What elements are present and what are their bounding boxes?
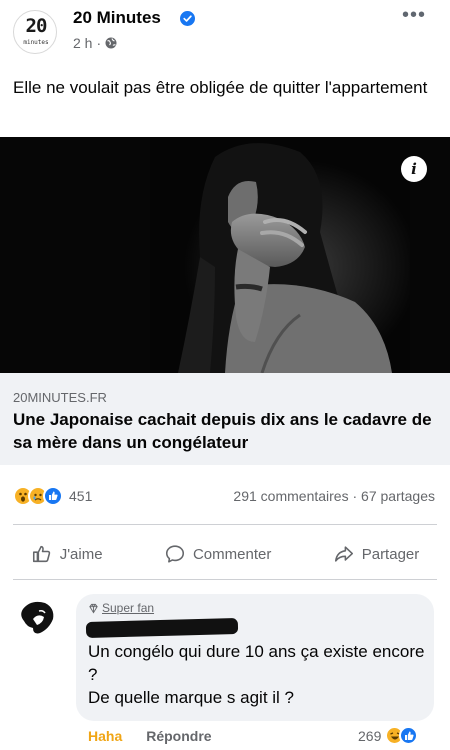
post-text: Elle ne voulait pas être obligée de quit… bbox=[13, 78, 428, 97]
comment-bubble-icon bbox=[165, 545, 184, 563]
article-image[interactable] bbox=[0, 137, 450, 373]
post-time[interactable]: 2 h bbox=[73, 35, 92, 51]
share-label: Partager bbox=[361, 545, 420, 563]
haha-reaction-link[interactable]: Haha bbox=[88, 728, 122, 744]
thumbs-up-icon bbox=[32, 545, 50, 563]
link-title: Une Japonaise cachait depuis dix ans le … bbox=[13, 410, 432, 452]
comment-label: Commenter bbox=[192, 545, 272, 563]
reply-link[interactable]: Répondre bbox=[146, 728, 211, 744]
divider bbox=[13, 579, 437, 580]
comment-text-line: De quelle marque s agit il ? bbox=[88, 688, 295, 707]
article-photo-illustration bbox=[0, 137, 450, 373]
comments-count[interactable]: 291 commentaires bbox=[233, 488, 348, 504]
comment-reaction-count: 269 bbox=[358, 727, 382, 744]
shares-count[interactable]: 67 partages bbox=[361, 488, 435, 504]
comment-reaction-summary[interactable]: 269 bbox=[358, 726, 419, 745]
share-button[interactable]: Partager bbox=[333, 543, 420, 565]
link-preview-card[interactable]: 20MINUTES.FR Une Japonaise cachait depui… bbox=[0, 373, 450, 465]
logo-number: 20 bbox=[25, 15, 48, 37]
like-label: J'aime bbox=[59, 545, 103, 563]
more-options-icon[interactable]: ••• bbox=[402, 4, 426, 27]
comment-text: Un congélo qui dure 10 ans ça existe enc… bbox=[88, 640, 428, 709]
super-fan-label: Super fan bbox=[102, 601, 155, 615]
reaction-summary[interactable]: 451 bbox=[13, 486, 92, 506]
meta-separator: · bbox=[96, 35, 102, 51]
like-reaction-icon bbox=[399, 726, 419, 745]
comment-text-line: Un congélo qui dure 10 ans ça existe enc… bbox=[88, 642, 425, 684]
post-action-bar: J'aime Commenter Partager bbox=[0, 533, 450, 575]
like-button[interactable]: J'aime bbox=[31, 543, 103, 565]
logo-wordmark: minutes bbox=[23, 39, 49, 46]
engagement-stats: 291 commentaires · 67 partages bbox=[233, 488, 435, 504]
divider bbox=[13, 524, 437, 525]
like-reaction-icon bbox=[43, 486, 63, 506]
commenter-avatar[interactable] bbox=[13, 595, 61, 643]
avatar-image bbox=[21, 601, 54, 634]
post-header: 20 minutes 20 Minutes 2 h · ••• bbox=[0, 0, 450, 66]
page-avatar[interactable]: 20 minutes bbox=[13, 10, 57, 54]
post-meta: 2 h · bbox=[73, 35, 117, 51]
link-domain: 20MINUTES.FR bbox=[13, 390, 107, 405]
diamond-icon bbox=[89, 603, 98, 613]
comment-button[interactable]: Commenter bbox=[164, 543, 271, 565]
globe-icon bbox=[105, 37, 117, 49]
share-arrow-icon bbox=[334, 546, 353, 562]
verified-badge-icon bbox=[180, 11, 195, 26]
comment-action-links: Haha Répondre bbox=[88, 728, 212, 744]
super-fan-badge: Super fan bbox=[88, 601, 154, 615]
page-name[interactable]: 20 Minutes bbox=[73, 8, 161, 28]
engagement-separator: · bbox=[352, 488, 358, 504]
info-icon[interactable]: i bbox=[401, 156, 427, 182]
reaction-count: 451 bbox=[69, 488, 93, 504]
